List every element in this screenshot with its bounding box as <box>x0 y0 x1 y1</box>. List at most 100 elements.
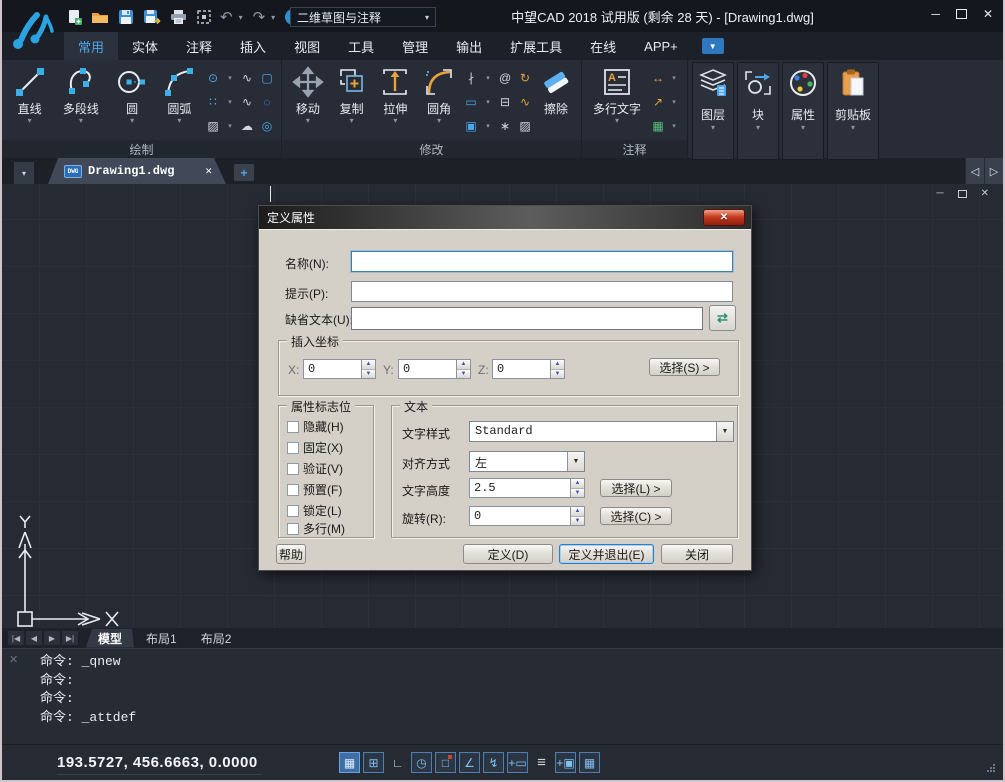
polyline-button[interactable]: 多段线 ▾ <box>53 64 108 125</box>
pick-rotation-button[interactable]: 选择(C) > <box>600 507 672 525</box>
region-icon[interactable]: ▢ <box>257 71 277 85</box>
mdi-minimize-icon[interactable]: ─ <box>937 189 944 199</box>
leader-icon[interactable]: ↗ <box>648 95 668 109</box>
ribbon-options-dropdown[interactable]: ▼ <box>702 38 724 54</box>
join-icon[interactable]: ⊟ <box>495 95 515 109</box>
tab-scroll-left-icon[interactable]: ◁ <box>965 158 984 184</box>
stretch-button[interactable]: 拉伸 ▾ <box>374 64 418 125</box>
zwcad-logo-icon[interactable] <box>8 6 60 54</box>
offset-icon[interactable]: @ <box>495 71 515 85</box>
lock-checkbox[interactable] <box>287 505 299 517</box>
arc-button[interactable]: 圆弧 ▾ <box>156 64 203 125</box>
explode-icon[interactable]: ▣ <box>461 119 481 133</box>
x-spin-down-icon[interactable]: ▼ <box>362 369 375 379</box>
edit-polyline-icon[interactable]: ∿ <box>515 95 535 109</box>
leader-dropdown-icon[interactable]: ▾ <box>668 98 680 106</box>
mdi-restore-icon[interactable] <box>958 190 967 198</box>
first-layout-icon[interactable]: |◀ <box>8 631 24 645</box>
lineweight-toggle-icon[interactable]: ≡ <box>531 752 552 773</box>
donut-icon[interactable]: ◎ <box>257 119 277 133</box>
x-spinner[interactable]: 0 ▲▼ <box>303 359 376 379</box>
close-dialog-button[interactable]: 关闭 <box>661 544 733 564</box>
prev-layout-icon[interactable]: ◀ <box>26 631 42 645</box>
align-arrow-icon[interactable]: ▼ <box>567 452 584 471</box>
array-icon[interactable]: ▭ <box>461 95 481 109</box>
save-as-icon[interactable] <box>142 7 162 27</box>
mtext-dropdown-icon[interactable]: ▾ <box>615 117 619 125</box>
save-icon[interactable] <box>116 7 136 27</box>
copy-button[interactable]: 复制 ▾ <box>330 64 374 125</box>
copy-dropdown-icon[interactable]: ▾ <box>350 117 354 125</box>
move-dropdown-icon[interactable]: ▾ <box>306 117 310 125</box>
height-spin-up-icon[interactable]: ▲ <box>571 479 584 488</box>
undo-icon[interactable]: ↶ <box>220 10 233 25</box>
annotation-scale-toggle-icon[interactable]: ▦ <box>579 752 600 773</box>
height-spin-down-icon[interactable]: ▼ <box>571 488 584 498</box>
tab-annotate[interactable]: 注释 <box>172 32 226 60</box>
flag-lock[interactable]: 锁定(L) <box>287 502 342 519</box>
close-button[interactable]: ✕ <box>983 8 993 20</box>
mtext-button[interactable]: A 多行文字 ▾ <box>586 64 648 125</box>
tab-tools[interactable]: 工具 <box>334 32 388 60</box>
block-panel-button[interactable]: 块 ▾ <box>737 62 779 160</box>
arc-dropdown-icon[interactable]: ▾ <box>177 117 181 125</box>
break-icon[interactable]: ∗ <box>495 119 515 133</box>
pick-point-button[interactable]: 选择(S) > <box>649 358 720 376</box>
dialog-title-bar[interactable]: 定义属性 ✕ <box>259 206 751 229</box>
document-tab-menu-icon[interactable]: ▾ <box>14 162 34 184</box>
spline-fit-icon[interactable]: ∿ <box>237 95 257 109</box>
tab-insert[interactable]: 插入 <box>226 32 280 60</box>
stretch-dropdown-icon[interactable]: ▾ <box>393 117 397 125</box>
mdi-close-icon[interactable]: ✕ <box>981 189 989 199</box>
tab-solid[interactable]: 实体 <box>118 32 172 60</box>
osnap-toggle-icon[interactable]: □ <box>435 752 456 773</box>
redo-icon[interactable]: ↷ <box>253 10 266 25</box>
tab-scroll-right-icon[interactable]: ▷ <box>984 158 1003 184</box>
fillet-button[interactable]: 圆角 ▾ <box>417 64 461 125</box>
divide-icon[interactable]: ∷ <box>203 95 223 109</box>
rotation-spin-up-icon[interactable]: ▲ <box>571 507 584 516</box>
dimension-icon[interactable]: ↔ <box>648 71 668 85</box>
properties-panel-button[interactable]: 属性 ▾ <box>782 62 824 160</box>
insert-field-button[interactable]: ⇄ <box>709 305 736 331</box>
resize-grip[interactable] <box>993 770 995 772</box>
flag-multiline[interactable]: 多行(M) <box>287 520 345 537</box>
tab-manage[interactable]: 管理 <box>388 32 442 60</box>
clipboard-panel-button[interactable]: 剪贴板 ▾ <box>827 62 879 160</box>
divide-dropdown-icon[interactable]: ▾ <box>223 98 237 106</box>
dialog-close-button[interactable]: ✕ <box>703 209 745 226</box>
trim-icon[interactable]: ∤ <box>461 71 481 85</box>
new-file-icon[interactable] <box>64 7 84 27</box>
trim-dropdown-icon[interactable]: ▾ <box>481 74 495 82</box>
erase-button[interactable]: 擦除 <box>535 64 577 117</box>
y-spin-up-icon[interactable]: ▲ <box>457 360 470 369</box>
open-folder-icon[interactable] <box>90 7 110 27</box>
text-style-arrow-icon[interactable]: ▼ <box>716 422 733 441</box>
snap-toggle-icon[interactable]: ▦ <box>339 752 360 773</box>
tab-online[interactable]: 在线 <box>576 32 630 60</box>
define-and-exit-button[interactable]: 定义并退出(E) <box>559 544 654 564</box>
drawing-canvas[interactable]: ─ ✕ <box>2 184 1003 628</box>
invisible-checkbox[interactable] <box>287 421 299 433</box>
ortho-toggle-icon[interactable]: ∟ <box>387 752 408 773</box>
dimension-dropdown-icon[interactable]: ▾ <box>668 74 680 82</box>
next-layout-icon[interactable]: ▶ <box>44 631 60 645</box>
hatch-dropdown-icon[interactable]: ▾ <box>223 122 237 130</box>
rotate-icon[interactable]: ↻ <box>515 71 535 85</box>
hatch-edit-icon[interactable]: ▨ <box>515 119 535 133</box>
flag-preset[interactable]: 预置(F) <box>287 481 342 498</box>
flag-constant[interactable]: 固定(X) <box>287 439 343 456</box>
tab-express[interactable]: 扩展工具 <box>496 32 576 60</box>
tab-layout2[interactable]: 布局2 <box>189 629 244 648</box>
explode-dropdown-icon[interactable]: ▾ <box>481 122 495 130</box>
tab-model[interactable]: 模型 <box>86 629 134 648</box>
hatch-icon[interactable]: ▨ <box>203 119 223 133</box>
select-frame-icon[interactable] <box>194 7 214 27</box>
preset-checkbox[interactable] <box>287 484 299 496</box>
z-spin-down-icon[interactable]: ▼ <box>551 369 564 379</box>
pick-height-button[interactable]: 选择(L) > <box>600 479 672 497</box>
rotation-spin-down-icon[interactable]: ▼ <box>571 516 584 526</box>
tab-app-plus[interactable]: APP+ <box>630 32 692 60</box>
fillet-dropdown-icon[interactable]: ▾ <box>437 117 441 125</box>
otrack-toggle-icon[interactable]: ∠ <box>459 752 480 773</box>
